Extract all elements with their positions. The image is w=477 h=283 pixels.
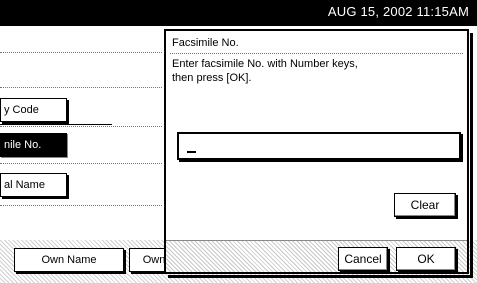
facsimile-no-button[interactable]: nile No. (0, 133, 67, 157)
divider (0, 52, 162, 53)
status-bar: AUG 15, 2002 11:15AM (0, 0, 477, 26)
divider (0, 126, 162, 127)
fax-name-button[interactable]: al Name (0, 173, 67, 197)
dialog-title: Facsimile No. (172, 37, 239, 49)
country-code-underline (0, 124, 112, 125)
facsimile-no-dialog: Facsimile No. Enter facsimile No. with N… (164, 29, 473, 278)
own-name-label: Own Name (41, 254, 97, 266)
country-code-button[interactable]: y Code (0, 98, 67, 122)
divider (0, 205, 162, 206)
divider (0, 163, 162, 164)
facsimile-no-label: nile No. (4, 139, 42, 151)
dialog-message-line2: then press [OK]. (172, 72, 252, 84)
fax-name-label: al Name (4, 179, 45, 191)
cancel-button[interactable]: Cancel (338, 247, 388, 271)
own-fax-label: Own (142, 254, 166, 266)
fax-setting-screen: AUG 15, 2002 11:15AM y Code nile No. al … (0, 0, 477, 283)
divider (0, 87, 162, 88)
country-code-label: y Code (4, 104, 39, 116)
facsimile-number-input[interactable] (177, 132, 461, 160)
own-name-button[interactable]: Own Name (14, 248, 124, 272)
ok-button[interactable]: OK (396, 247, 456, 271)
dialog-message-line1: Enter facsimile No. with Number keys, (172, 58, 358, 70)
text-cursor (187, 151, 196, 153)
clear-button[interactable]: Clear (394, 193, 456, 217)
datetime-display: AUG 15, 2002 11:15AM (327, 4, 469, 19)
title-divider (170, 53, 463, 54)
